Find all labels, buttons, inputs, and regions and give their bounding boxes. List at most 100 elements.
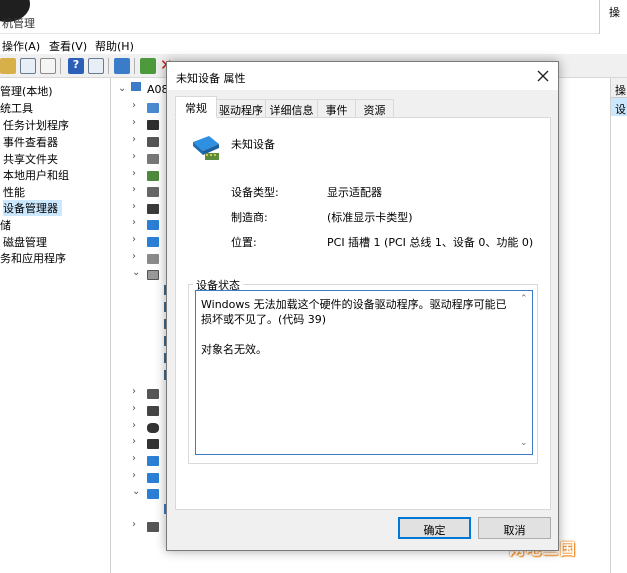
tree-item-disk-management[interactable]: 磁盘管理 bbox=[3, 234, 47, 250]
device-category-row[interactable]: › bbox=[112, 151, 166, 167]
device-category-row[interactable]: › bbox=[112, 251, 166, 267]
chevron-down-icon: ⌄ bbox=[132, 486, 141, 497]
device-category-row[interactable]: › bbox=[112, 217, 166, 233]
device-name: 未知设备 bbox=[231, 138, 275, 151]
dialog-title-bar: 未知设备 属性 bbox=[167, 62, 558, 90]
chevron-right-icon: › bbox=[132, 251, 136, 262]
menu-action[interactable]: 操作(A) bbox=[2, 38, 40, 54]
device-icon bbox=[147, 220, 159, 230]
device-category-row[interactable]: › bbox=[112, 470, 166, 486]
device-category-row[interactable]: › bbox=[112, 453, 166, 469]
device-icon bbox=[147, 522, 159, 532]
chevron-right-icon: › bbox=[132, 117, 136, 128]
console-tree: 管理(本地) 统工具 任务计划程序 事件查看器 共享文件夹 本地用户和组 性能 … bbox=[0, 78, 111, 573]
device-icon bbox=[147, 204, 159, 214]
device-status-textbox[interactable]: Windows 无法加载这个硬件的设备驱动程序。驱动程序可能已损坏或不见了。(代… bbox=[195, 290, 533, 455]
device-icon bbox=[147, 456, 159, 466]
general-tab-page: 未知设备 设备类型: 显示适配器 制造商: (标准显示卡类型) 位置: PCI … bbox=[175, 117, 551, 510]
tree-item-performance[interactable]: 性能 bbox=[3, 184, 25, 200]
device-icon bbox=[147, 254, 159, 264]
menu-help[interactable]: 帮助(H) bbox=[95, 38, 134, 54]
update-driver-icon[interactable] bbox=[140, 58, 156, 74]
monitor-icon[interactable] bbox=[114, 58, 130, 74]
device-icon bbox=[147, 237, 159, 247]
display-adapter-icon bbox=[147, 489, 159, 499]
tab-driver[interactable]: 驱动程序 bbox=[216, 99, 266, 117]
menu-view[interactable]: 查看(V) bbox=[49, 38, 87, 54]
location-label: 位置: bbox=[231, 236, 257, 249]
device-category-row[interactable]: › bbox=[112, 386, 166, 402]
actions-selected-item[interactable]: 设 bbox=[611, 98, 627, 116]
tree-item-event-viewer[interactable]: 事件查看器 bbox=[3, 134, 58, 150]
device-category-row-expanded[interactable]: ⌄ bbox=[112, 486, 166, 502]
device-category-row[interactable]: › bbox=[112, 403, 166, 419]
menu-bar: 操作(A) 查看(V) 帮助(H) bbox=[0, 34, 627, 54]
device-icon bbox=[147, 473, 159, 483]
toolbar-separator bbox=[134, 58, 135, 74]
close-icon[interactable] bbox=[533, 66, 553, 86]
manufacturer-label: 制造商: bbox=[231, 211, 268, 224]
chevron-right-icon: › bbox=[132, 234, 136, 245]
tree-item-computer-management[interactable]: 管理(本地) bbox=[0, 83, 53, 99]
device-category-row[interactable]: › bbox=[112, 436, 166, 452]
tree-item-system-tools[interactable]: 统工具 bbox=[0, 100, 33, 116]
chevron-right-icon: › bbox=[132, 151, 136, 162]
device-icon bbox=[147, 120, 159, 130]
chevron-right-icon: › bbox=[132, 217, 136, 228]
device-category-row[interactable]: › bbox=[112, 117, 166, 133]
chevron-right-icon: › bbox=[132, 470, 136, 481]
chevron-right-icon: › bbox=[132, 519, 136, 530]
tab-resources[interactable]: 资源 bbox=[355, 99, 394, 117]
actions-selected-text: 设 bbox=[615, 103, 626, 116]
tab-events[interactable]: 事件 bbox=[317, 99, 356, 117]
device-category-row[interactable]: › bbox=[112, 100, 166, 116]
chevron-right-icon: › bbox=[132, 134, 136, 145]
background-side-window-title: 操 bbox=[599, 0, 627, 34]
view-icon[interactable] bbox=[88, 58, 104, 74]
console-tree-icon[interactable] bbox=[20, 58, 36, 74]
device-category-row[interactable]: › bbox=[112, 519, 166, 535]
tree-item-device-manager[interactable]: 设备管理器 bbox=[3, 200, 62, 216]
tree-item-shared-folders[interactable]: 共享文件夹 bbox=[3, 151, 58, 167]
chevron-right-icon: › bbox=[132, 436, 136, 447]
tab-general[interactable]: 常规 bbox=[175, 96, 217, 118]
chevron-down-icon[interactable]: ⌄ bbox=[118, 83, 126, 94]
device-status-text: Windows 无法加载这个硬件的设备驱动程序。驱动程序可能已损坏或不见了。(代… bbox=[201, 298, 507, 356]
device-type-label: 设备类型: bbox=[231, 186, 279, 199]
scroll-down-icon[interactable]: ⌄ bbox=[520, 438, 528, 448]
tab-details[interactable]: 详细信息 bbox=[265, 99, 318, 117]
tree-item-storage[interactable]: 储 bbox=[0, 217, 11, 233]
location-value: PCI 插槽 1 (PCI 总线 1、设备 0、功能 0) bbox=[327, 236, 534, 249]
tree-item-services-apps[interactable]: 务和应用程序 bbox=[0, 250, 66, 266]
chevron-right-icon: › bbox=[132, 420, 136, 431]
device-icon bbox=[147, 154, 159, 164]
side-window-title-text: 操 bbox=[609, 6, 620, 19]
tree-item-task-scheduler[interactable]: 任务计划程序 bbox=[3, 117, 69, 133]
cancel-button[interactable]: 取消 bbox=[478, 517, 551, 539]
device-category-row[interactable]: › bbox=[112, 168, 166, 184]
display-adapter-icon bbox=[193, 136, 219, 160]
properties-icon[interactable] bbox=[40, 58, 56, 74]
chevron-right-icon: › bbox=[132, 184, 136, 195]
device-icon bbox=[147, 187, 159, 197]
help-icon[interactable]: ? bbox=[68, 58, 84, 74]
device-category-row[interactable]: › bbox=[112, 201, 166, 217]
tree-item-local-users[interactable]: 本地用户和组 bbox=[3, 167, 69, 183]
dialog-title: 未知设备 属性 bbox=[176, 72, 246, 85]
device-category-row[interactable]: › bbox=[112, 420, 166, 436]
computer-icon bbox=[131, 82, 141, 91]
folder-icon[interactable] bbox=[0, 58, 16, 74]
device-category-row[interactable]: › bbox=[112, 184, 166, 200]
background-title-bar: 机管理 bbox=[0, 0, 627, 34]
properties-dialog: 未知设备 属性 常规 驱动程序 详细信息 事件 资源 未知设备 设备类型: 显示… bbox=[166, 61, 559, 551]
manufacturer-value: (标准显示卡类型) bbox=[327, 211, 413, 224]
device-icon bbox=[147, 406, 159, 416]
device-category-row[interactable]: › bbox=[112, 234, 166, 250]
device-category-row-expanded[interactable]: ⌄ bbox=[112, 267, 166, 283]
ok-button[interactable]: 确定 bbox=[398, 517, 471, 539]
chevron-right-icon: › bbox=[132, 386, 136, 397]
device-category-row[interactable]: › bbox=[112, 134, 166, 150]
device-icon bbox=[147, 270, 159, 280]
toolbar-separator bbox=[108, 58, 109, 74]
scroll-up-icon[interactable]: ⌃ bbox=[520, 294, 528, 304]
